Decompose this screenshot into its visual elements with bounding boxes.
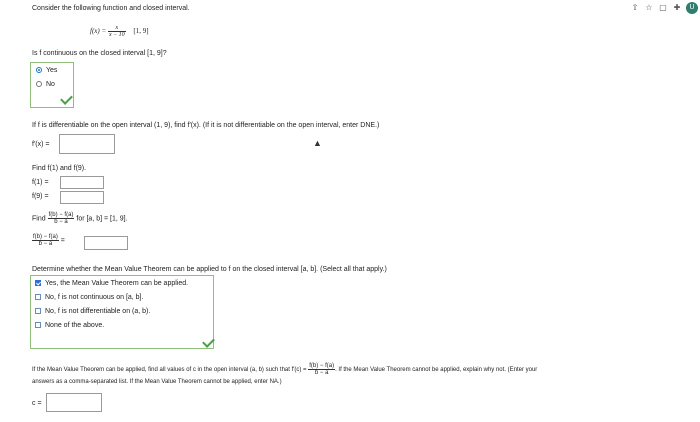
q1-option-yes[interactable]: Yes (36, 67, 57, 74)
q1-answer-box: Yes No (30, 62, 74, 108)
derivative-input[interactable] (59, 134, 115, 154)
extensions-icon[interactable]: ✚ (672, 3, 682, 13)
function-interval: [1, 9] (133, 27, 149, 36)
correct-check-icon (202, 335, 215, 348)
mvt-fraction: f(b) − f(a) b − a (308, 363, 336, 376)
intro-text: Consider the following function and clos… (32, 5, 190, 12)
avatar[interactable]: U (686, 2, 698, 14)
function-denominator: x − 10 (108, 32, 125, 38)
secant-fraction-answer: f(b) − f(a) b − a (32, 234, 59, 247)
f1-input[interactable] (60, 176, 104, 189)
q4-prompt: Find f(b) − f(a) b − a for [a, b] = [1, … (32, 212, 128, 225)
q2-label: f′(x) = (32, 141, 50, 148)
function-fraction: x x − 10 (107, 25, 126, 38)
share-icon[interactable]: ⇧ (630, 3, 640, 13)
f9-input[interactable] (60, 191, 104, 204)
q5-option-not-continuous[interactable]: No, f is not continuous on [a, b]. (35, 294, 143, 301)
mouse-cursor-icon: ▲ (313, 138, 322, 148)
checkbox-icon[interactable] (35, 308, 41, 315)
q3-heading: Find f(1) and f(9). (32, 165, 87, 172)
star-icon[interactable]: ☆ (644, 3, 654, 13)
radio-selected-icon[interactable] (36, 67, 42, 74)
q2-question: If f is differentiable on the open inter… (32, 122, 380, 129)
f9-label: f(9) = (32, 193, 49, 200)
browser-toolbar: ⇧ ☆ ▢ ✚ U (630, 2, 698, 14)
correct-check-icon (60, 92, 73, 105)
q5-answer-box: Yes, the Mean Value Theorem can be appli… (30, 275, 215, 349)
q5-option-none[interactable]: None of the above. (35, 322, 104, 329)
q6-question: If the Mean Value Theorem can be applied… (32, 363, 538, 376)
q1-option-no[interactable]: No (36, 81, 55, 88)
q6-instructions: answers as a comma-separated list. If th… (32, 379, 282, 385)
q5-option-not-differentiable[interactable]: No, f is not differentiable on (a, b). (35, 308, 150, 315)
q4-answer-row: f(b) − f(a) b − a = (32, 234, 65, 247)
q5-option-yes[interactable]: Yes, the Mean Value Theorem can be appli… (35, 280, 188, 287)
q5-question: Determine whether the Mean Value Theorem… (32, 266, 387, 273)
radio-icon[interactable] (36, 81, 42, 88)
q1-question: Is f continuous on the closed interval [… (32, 50, 167, 57)
c-values-input[interactable] (46, 393, 102, 412)
function-numerator: x (107, 25, 126, 32)
checkbox-checked-icon[interactable] (35, 280, 41, 287)
secant-fraction: f(b) − f(a) b − a (47, 212, 75, 225)
checkbox-icon[interactable] (35, 322, 41, 329)
c-label: c = (32, 400, 42, 407)
checkbox-icon[interactable] (35, 294, 41, 301)
window-icon[interactable]: ▢ (658, 3, 668, 13)
f1-label: f(1) = (32, 179, 49, 186)
function-definition: f(x) = x x − 10 [1, 9] (90, 25, 149, 38)
secant-slope-input[interactable] (84, 236, 128, 250)
function-lhs: f(x) = (90, 27, 107, 36)
